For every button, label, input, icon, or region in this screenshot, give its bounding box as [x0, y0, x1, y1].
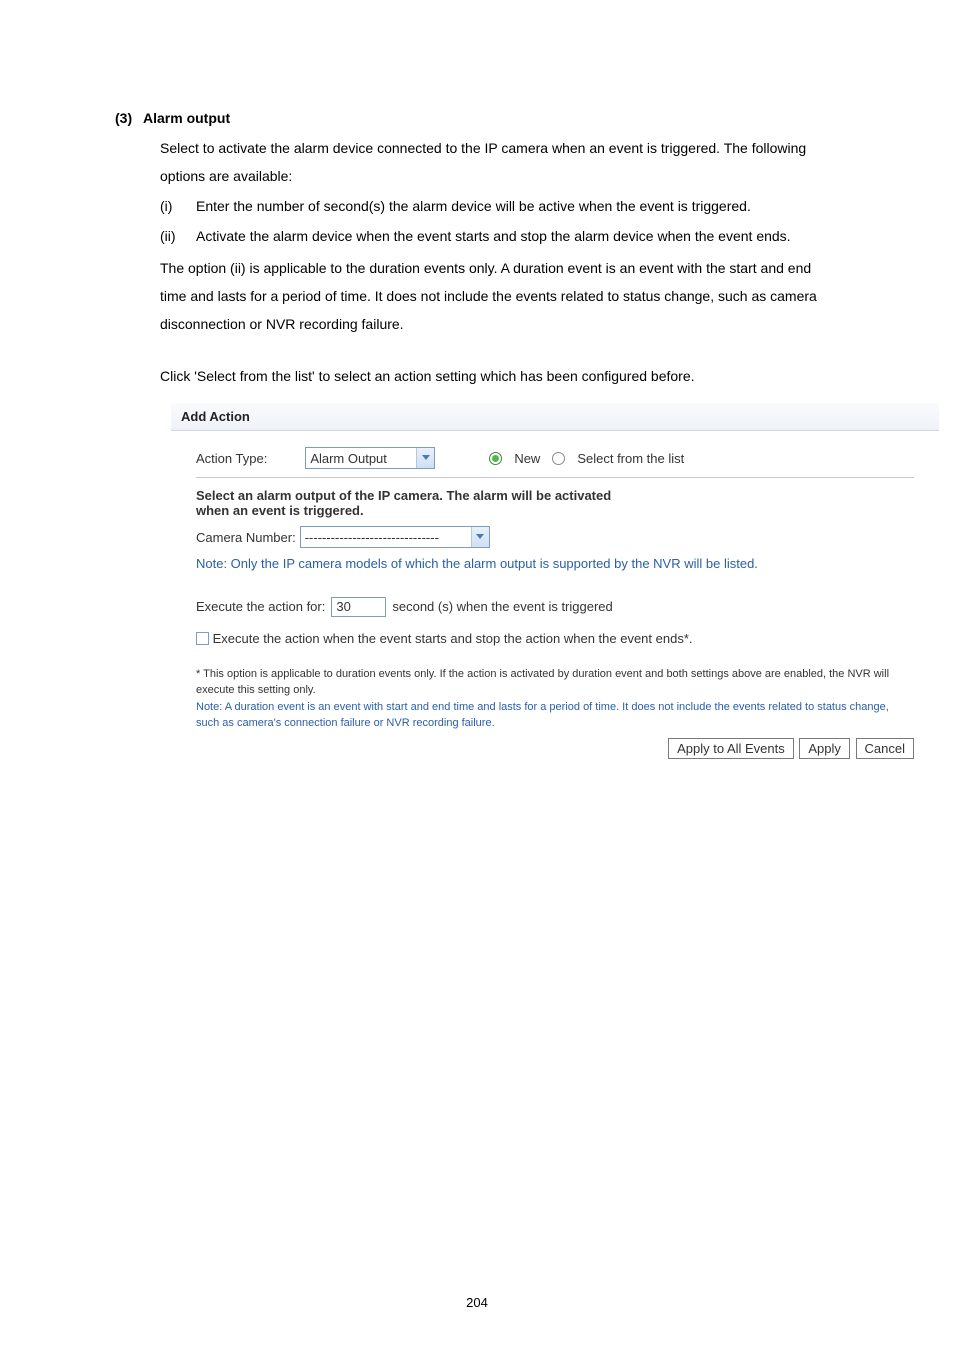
- execute-seconds-input[interactable]: [331, 597, 386, 617]
- radio-select-from-list[interactable]: [552, 452, 565, 465]
- radio-new[interactable]: [489, 452, 502, 465]
- divider: [196, 477, 914, 478]
- alarm-output-heading-line1: Select an alarm output of the IP camera.…: [196, 488, 914, 503]
- action-type-value[interactable]: [306, 448, 416, 468]
- radio-new-label: New: [514, 451, 540, 466]
- radio-select-label: Select from the list: [577, 451, 684, 466]
- apply-to-all-events-button[interactable]: Apply to All Events: [668, 738, 794, 759]
- list-item-ii: Activate the alarm device when the event…: [196, 222, 839, 250]
- camera-number-value[interactable]: [301, 527, 471, 547]
- footnote-duration-blue: Note: A duration event is an event with …: [196, 699, 914, 732]
- execute-when-event-checkbox[interactable]: [196, 632, 209, 645]
- heading-number: (3): [115, 110, 143, 126]
- action-type-select[interactable]: [305, 447, 435, 469]
- page-number: 204: [0, 1295, 954, 1310]
- list-marker-i: (i): [160, 192, 196, 220]
- alarm-output-heading-line2: when an event is triggered.: [196, 503, 914, 518]
- action-type-label: Action Type:: [196, 451, 267, 466]
- paragraph-option-ii: The option (ii) is applicable to the dur…: [160, 254, 839, 338]
- list-marker-ii: (ii): [160, 222, 196, 250]
- camera-number-label: Camera Number:: [196, 530, 296, 545]
- paragraph-intro: Select to activate the alarm device conn…: [160, 134, 839, 190]
- execute-action-label-pre: Execute the action for:: [196, 599, 325, 614]
- execute-when-event-label: Execute the action when the event starts…: [213, 631, 693, 646]
- add-action-dialog: Add Action Action Type: New Select from …: [170, 402, 940, 772]
- execute-action-label-post: second (s) when the event is triggered: [392, 599, 612, 614]
- list-item-i: Enter the number of second(s) the alarm …: [196, 192, 839, 220]
- cancel-button[interactable]: Cancel: [856, 738, 914, 759]
- heading-text: Alarm output: [143, 110, 230, 126]
- chevron-down-icon[interactable]: [416, 448, 434, 468]
- chevron-down-icon[interactable]: [471, 527, 489, 547]
- paragraph-click-hint: Click 'Select from the list' to select a…: [160, 362, 839, 390]
- apply-button[interactable]: Apply: [799, 738, 850, 759]
- dialog-title: Add Action: [171, 403, 939, 431]
- footnote-duration-black: * This option is applicable to duration …: [196, 666, 914, 699]
- section-heading: (3)Alarm output: [115, 110, 839, 126]
- camera-number-select[interactable]: [300, 526, 490, 548]
- note-supported-models: Note: Only the IP camera models of which…: [196, 554, 914, 575]
